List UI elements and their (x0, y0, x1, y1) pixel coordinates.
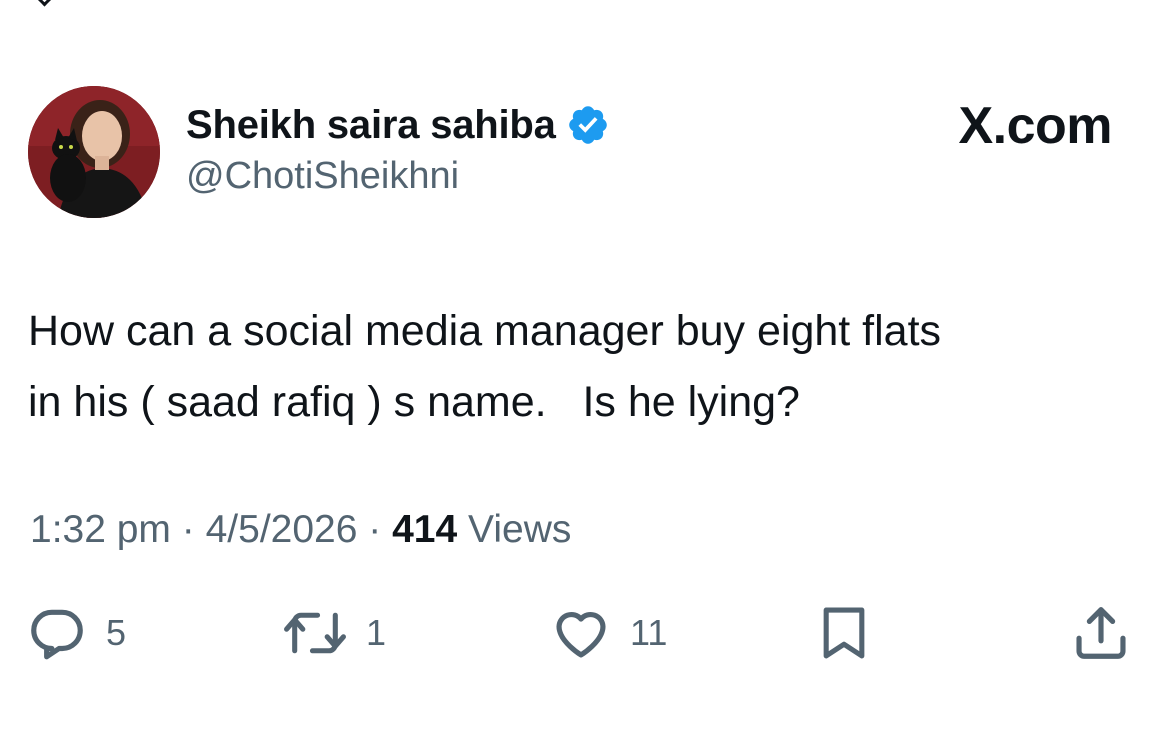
avatar[interactable] (28, 86, 160, 218)
site-watermark: X.com (958, 96, 1112, 156)
retweet-icon (284, 612, 346, 654)
reply-button[interactable]: 5 (26, 600, 126, 666)
share-icon (1076, 607, 1126, 659)
bookmark-icon (823, 607, 865, 659)
tweet-time[interactable]: 1:32 pm (30, 508, 171, 551)
reply-icon (31, 609, 83, 660)
action-bar: 5 1 11 (0, 600, 1170, 666)
author-name-row: Sheikh saira sahiba (186, 100, 610, 150)
tweet-meta: 1:32 pm · 4/5/2026 · 414 Views (30, 508, 571, 552)
tweet-date[interactable]: 4/5/2026 (206, 508, 358, 551)
author-display-name[interactable]: Sheikh saira sahiba (186, 103, 556, 148)
like-button[interactable]: 11 (550, 600, 667, 666)
like-count: 11 (630, 612, 668, 653)
verified-badge-icon[interactable] (566, 103, 610, 147)
cropped-header (0, 0, 1170, 7)
tweet-text: How can a social media manager buy eight… (28, 307, 942, 426)
author-handle[interactable]: @ChotiSheikhni (186, 155, 459, 198)
retweet-count: 1 (366, 612, 387, 653)
back-chevron-icon[interactable] (32, 0, 57, 7)
meta-separator: · (181, 508, 195, 551)
views-label: Views (468, 508, 572, 551)
views-count: 414 (392, 508, 458, 551)
retweet-button[interactable]: 1 (282, 600, 386, 666)
heart-icon (556, 611, 606, 658)
share-button[interactable] (1070, 600, 1132, 666)
meta-separator: · (368, 508, 382, 551)
site-label-text: X.com (958, 97, 1112, 155)
reply-count: 5 (106, 612, 127, 653)
bookmark-button[interactable] (816, 600, 872, 666)
